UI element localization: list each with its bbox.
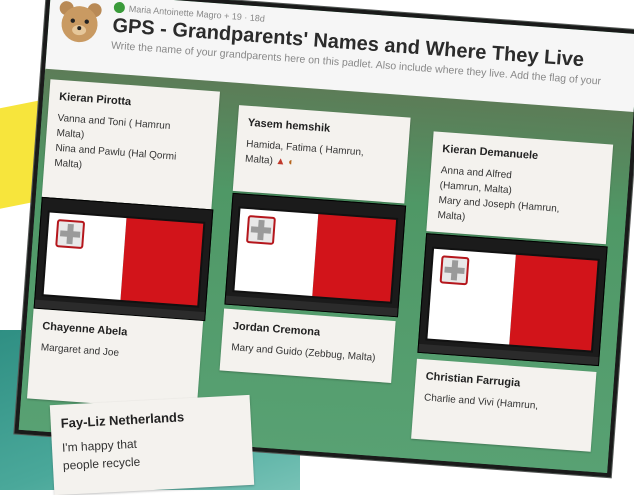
malta-flag <box>41 210 206 308</box>
post-card[interactable]: Christian Farrugia Charlie and Vivi (Ham… <box>411 358 597 452</box>
post-card[interactable]: Yasem hemshik Hamida, Fatima ( Hamrun, M… <box>232 105 411 204</box>
post-line: Malta) <box>244 153 274 167</box>
george-cross-icon <box>55 219 86 250</box>
malta-flag <box>425 246 600 353</box>
flag-red-half <box>312 214 397 302</box>
bird-icon: ▲ <box>275 155 286 168</box>
post-card[interactable]: Chayenne Abela Margaret and Joe <box>27 308 204 411</box>
post-card[interactable]: Jordan Cremona Mary and Guido (Zebbug, M… <box>219 308 396 383</box>
flag-white-half <box>427 248 516 345</box>
shell-icon: ◐ <box>287 156 295 169</box>
post-body: Anna and Alfred (Hamrun, Malta) Mary and… <box>427 162 611 235</box>
malta-flag <box>232 206 399 304</box>
malta-flag-image[interactable] <box>417 233 608 367</box>
post-card[interactable]: Kieran Pirotta Vanna and Toni ( Hamrun M… <box>41 79 220 210</box>
user-avatar-icon <box>113 1 126 14</box>
post-body: Vanna and Toni ( Hamrun Malta) Nina and … <box>44 110 218 182</box>
flag-white-half <box>43 212 127 300</box>
flag-red-half <box>509 254 598 351</box>
malta-flag-image[interactable] <box>224 192 407 318</box>
flag-white-half <box>234 208 319 296</box>
george-cross-icon <box>439 255 470 286</box>
post-card[interactable]: Kieran Demanuele Anna and Alfred (Hamrun… <box>426 131 614 245</box>
malta-flag-image[interactable] <box>33 196 214 322</box>
post-card[interactable]: Fay-Liz Netherlands I'm happy that peopl… <box>49 394 255 495</box>
bear-icon <box>59 1 102 43</box>
flag-red-half <box>120 218 204 306</box>
george-cross-icon <box>245 215 276 245</box>
